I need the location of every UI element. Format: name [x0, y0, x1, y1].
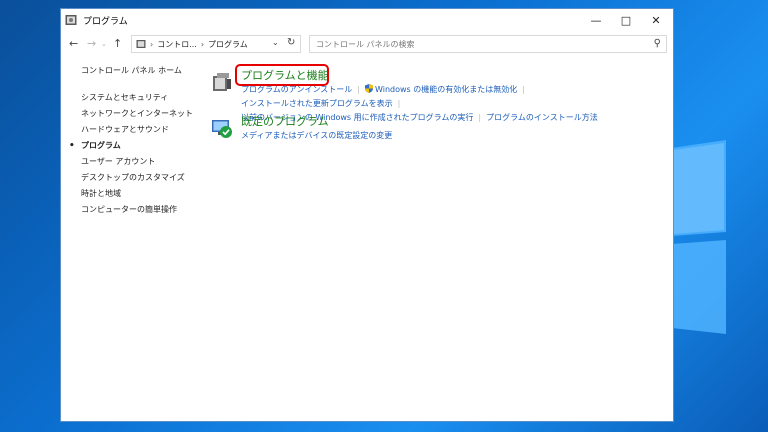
- breadcrumb-separator-icon: ›: [200, 39, 205, 49]
- breadcrumb-item[interactable]: プログラム: [208, 39, 248, 50]
- sidebar-home-link[interactable]: コントロール パネル ホーム: [81, 65, 211, 76]
- minimize-button[interactable]: —: [581, 9, 611, 31]
- refresh-icon[interactable]: ↻: [287, 37, 295, 48]
- recent-dropdown-icon[interactable]: ⌄: [101, 40, 107, 48]
- sidebar: コントロール パネル ホーム システムとセキュリティ ネットワークとインターネッ…: [69, 65, 211, 218]
- divider: |: [357, 85, 360, 94]
- active-bullet-icon: •: [69, 141, 75, 151]
- search-input[interactable]: コントロール パネルの検索 ⚲: [309, 35, 667, 53]
- title-bar: プログラム — □ ✕: [61, 9, 673, 33]
- search-icon[interactable]: ⚲: [654, 38, 661, 49]
- sidebar-item-programs[interactable]: • プログラム: [69, 138, 211, 154]
- programs-box-icon: [213, 73, 231, 91]
- sidebar-item-label: プログラム: [81, 141, 121, 150]
- sidebar-item-hardware-sound[interactable]: ハードウェアとサウンド: [81, 122, 211, 138]
- window-title: プログラム: [83, 17, 128, 27]
- divider: |: [478, 113, 482, 122]
- control-panel-icon: [65, 15, 77, 25]
- uninstall-program-link[interactable]: プログラムのアンインストール: [241, 85, 352, 94]
- highlight-annotation: [235, 64, 329, 86]
- close-button[interactable]: ✕: [641, 9, 671, 31]
- breadcrumb-separator-icon: ›: [150, 39, 154, 49]
- sidebar-item-ease-of-access[interactable]: コンピューターの簡単操作: [81, 202, 211, 218]
- back-arrow-icon[interactable]: ←: [69, 37, 78, 50]
- address-dropdown-icon[interactable]: ⌄: [272, 38, 279, 47]
- control-panel-icon: [136, 40, 146, 48]
- default-programs-icon: [212, 120, 232, 138]
- forward-arrow-icon[interactable]: →: [87, 37, 96, 50]
- divider: |: [397, 99, 401, 108]
- sidebar-item-clock-region[interactable]: 時計と地域: [81, 186, 211, 202]
- maximize-button[interactable]: □: [611, 9, 641, 31]
- default-programs-links: メディアまたはデバイスの既定設定の変更: [241, 129, 651, 143]
- sidebar-item-network[interactable]: ネットワークとインターネット: [81, 106, 211, 122]
- sidebar-item-system-security[interactable]: システムとセキュリティ: [81, 90, 211, 106]
- search-placeholder: コントロール パネルの検索: [316, 39, 415, 49]
- up-arrow-icon[interactable]: ↑: [113, 37, 122, 50]
- address-row: ← → ⌄ ↑ › コントロ... › プログラム ⌄ ↻ コントロール パネル…: [61, 35, 673, 55]
- breadcrumb-item[interactable]: コントロ...: [157, 39, 197, 50]
- sidebar-item-desktop[interactable]: デスクトップのカスタマイズ: [81, 170, 211, 186]
- control-panel-window: プログラム — □ ✕ ← → ⌄ ↑ › コントロ... › プログラム ⌄ …: [60, 8, 674, 422]
- media-device-defaults-link[interactable]: メディアまたはデバイスの既定設定の変更: [241, 131, 392, 140]
- default-programs-title[interactable]: 既定のプログラム: [241, 113, 329, 129]
- how-to-install-link[interactable]: プログラムのインストール方法: [486, 113, 598, 122]
- uac-shield-icon: [364, 84, 373, 93]
- windows-features-link[interactable]: Windows の機能の有効化または無効化: [375, 85, 517, 94]
- installed-updates-link[interactable]: インストールされた更新プログラムを表示: [241, 99, 393, 108]
- sidebar-item-user-accounts[interactable]: ユーザー アカウント: [81, 154, 211, 170]
- divider: |: [522, 85, 525, 94]
